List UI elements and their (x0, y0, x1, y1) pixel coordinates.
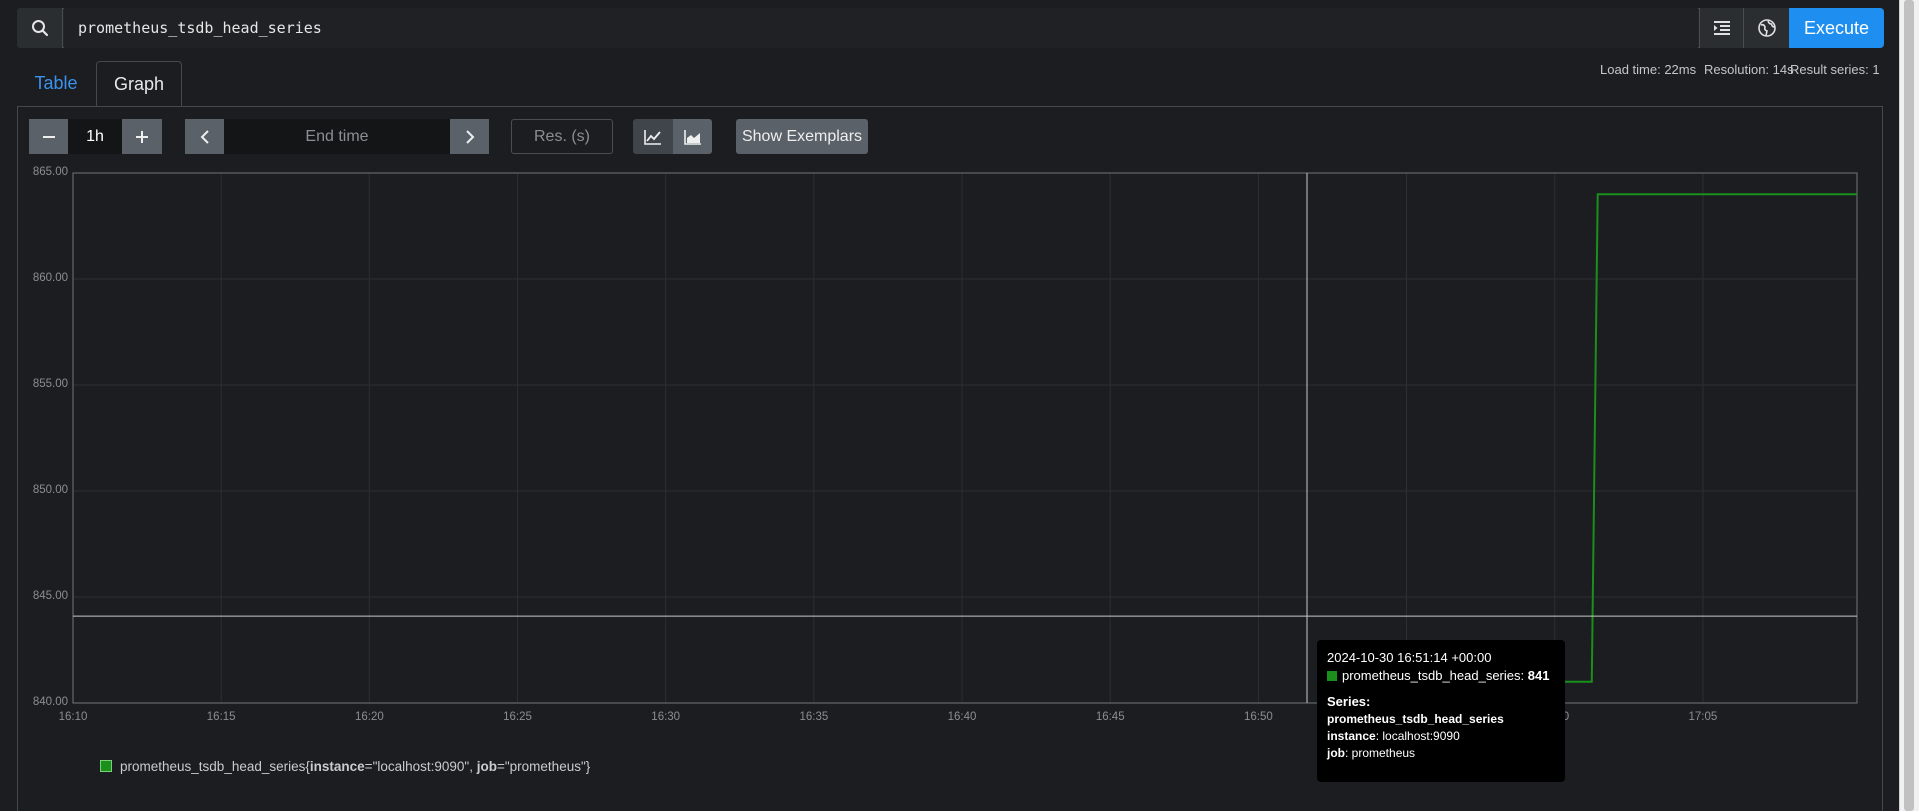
tab-graph[interactable]: Graph (96, 61, 182, 106)
y-tick-label: 865.00 (32, 166, 68, 178)
y-tick-label: 855.00 (32, 378, 68, 390)
tab-table[interactable]: Table (17, 61, 95, 106)
execute-button[interactable]: Execute (1789, 8, 1884, 48)
result-series: Result series: 1 (1790, 62, 1880, 77)
query-input[interactable] (64, 8, 1698, 48)
resolution-input[interactable]: Res. (s) (511, 119, 613, 154)
hover-tooltip: 2024-10-30 16:51:14 +00:00 prometheus_ts… (1317, 640, 1565, 782)
x-tick-label: 16:50 (1243, 711, 1273, 723)
tooltip-value: 841 (1527, 668, 1550, 683)
line-chart-toggle[interactable] (633, 119, 673, 154)
y-tick-label: 845.00 (32, 590, 68, 602)
legend-item[interactable]: prometheus_tsdb_head_series{instance="lo… (100, 759, 590, 774)
x-tick-label: 16:35 (799, 711, 829, 723)
resolution: Resolution: 14s (1704, 62, 1794, 77)
x-tick-label: 16:30 (651, 711, 681, 723)
x-tick-label: 16:20 (354, 711, 384, 723)
load-time: Load time: 22ms (1600, 62, 1697, 77)
vertical-scrollbar[interactable] (1899, 0, 1919, 811)
previous-time-button[interactable] (185, 119, 224, 154)
next-time-button[interactable] (450, 119, 489, 154)
y-tick-label: 860.00 (32, 272, 68, 284)
stacked-chart-toggle[interactable] (673, 119, 712, 154)
increase-range-button[interactable] (122, 119, 162, 154)
legend-swatch (100, 760, 112, 772)
end-time-input[interactable]: End time (224, 119, 450, 154)
graph-panel (17, 106, 1883, 811)
tooltip-metric: prometheus_tsdb_head_series (1327, 712, 1504, 726)
decrease-range-button[interactable] (29, 119, 68, 154)
tooltip-series-heading: Series: (1327, 694, 1371, 709)
tooltip-series-row: prometheus_tsdb_head_series: 841 (1327, 667, 1555, 685)
tooltip-instance: instance: localhost:9090 (1327, 729, 1460, 743)
x-tick-label: 16:45 (1095, 711, 1125, 723)
tooltip-series-name: prometheus_tsdb_head_series (1342, 668, 1521, 683)
x-tick-label: 16:15 (206, 711, 236, 723)
x-tick-label: 16:40 (947, 711, 977, 723)
y-tick-label: 850.00 (32, 484, 68, 496)
tooltip-job: job: prometheus (1327, 746, 1416, 760)
x-tick-label: 17:05 (1688, 711, 1718, 723)
series-swatch (1327, 671, 1337, 681)
y-tick-label: 840.00 (32, 696, 68, 708)
x-tick-label: 16:10 (58, 711, 88, 723)
range-input[interactable]: 1h (68, 119, 122, 154)
metrics-explorer-icon[interactable] (1743, 8, 1789, 48)
format-expression-icon[interactable] (1699, 8, 1743, 48)
x-tick-label: 16:25 (503, 711, 532, 723)
search-icon[interactable] (17, 8, 63, 48)
tooltip-timestamp: 2024-10-30 16:51:14 +00:00 (1327, 650, 1492, 665)
scrollbar-thumb[interactable] (1904, 0, 1914, 811)
show-exemplars-button[interactable]: Show Exemplars (736, 119, 868, 154)
